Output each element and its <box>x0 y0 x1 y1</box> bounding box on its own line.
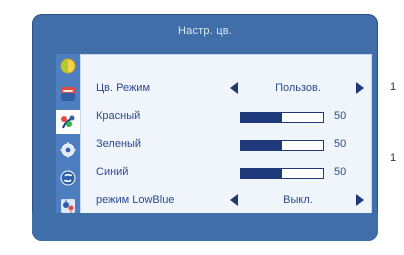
green-level-bar[interactable] <box>240 140 324 151</box>
osd-sidebar <box>56 54 80 224</box>
arrow-right-icon[interactable] <box>356 194 364 206</box>
osd-menu: Настр. цв. Цв. Режим Пользов. Красный 50… <box>32 14 378 241</box>
row-value: Пользов. <box>275 82 321 94</box>
row-green[interactable]: Зеленый 50 <box>80 134 372 154</box>
page: 1 1 Настр. цв. Цв. Режим Пользов. Красны… <box>0 0 404 255</box>
red-level-fill <box>241 113 282 122</box>
side-label-1: 1 <box>390 81 397 93</box>
row-value: Выкл. <box>283 194 313 206</box>
osd-title: Настр. цв. <box>177 25 233 37</box>
row-lowblue-mode[interactable]: режим LowBlue Выкл. <box>80 190 372 210</box>
arrow-left-icon[interactable] <box>230 82 238 94</box>
settings-panel: Цв. Режим Пользов. Красный 50 Зеленый 50 <box>80 54 372 224</box>
row-label: Синий <box>96 166 129 178</box>
osd-footer <box>32 213 378 241</box>
green-level-fill <box>241 141 282 150</box>
blue-level-fill <box>241 169 282 178</box>
row-label: Цв. Режим <box>96 82 151 94</box>
sidebar-item-brightness[interactable] <box>56 54 80 78</box>
row-red[interactable]: Красный 50 <box>80 106 372 126</box>
image-icon <box>61 87 75 101</box>
row-label: Красный <box>96 110 141 122</box>
red-level-value: 50 <box>334 110 347 122</box>
row-blue[interactable]: Синий 50 <box>80 162 372 182</box>
osd-settings-icon <box>60 142 76 158</box>
row-label: режим LowBlue <box>96 194 175 206</box>
row-label: Зеленый <box>96 138 142 150</box>
blue-level-bar[interactable] <box>240 168 324 179</box>
arrow-right-icon[interactable] <box>356 82 364 94</box>
red-level-bar[interactable] <box>240 112 324 123</box>
brightness-icon <box>60 58 76 74</box>
row-color-mode[interactable]: Цв. Режим Пользов. <box>80 78 372 98</box>
sidebar-item-color[interactable] <box>56 110 80 134</box>
sidebar-item-osd-settings[interactable] <box>56 138 80 162</box>
green-level-value: 50 <box>334 138 347 150</box>
reset-icon <box>60 170 76 186</box>
color-icon <box>61 115 75 129</box>
sidebar-item-image[interactable] <box>56 82 80 106</box>
arrow-left-icon[interactable] <box>230 194 238 206</box>
sidebar-item-reset[interactable] <box>56 166 80 190</box>
blue-level-value: 50 <box>334 166 347 178</box>
side-label-2: 1 <box>390 152 397 164</box>
